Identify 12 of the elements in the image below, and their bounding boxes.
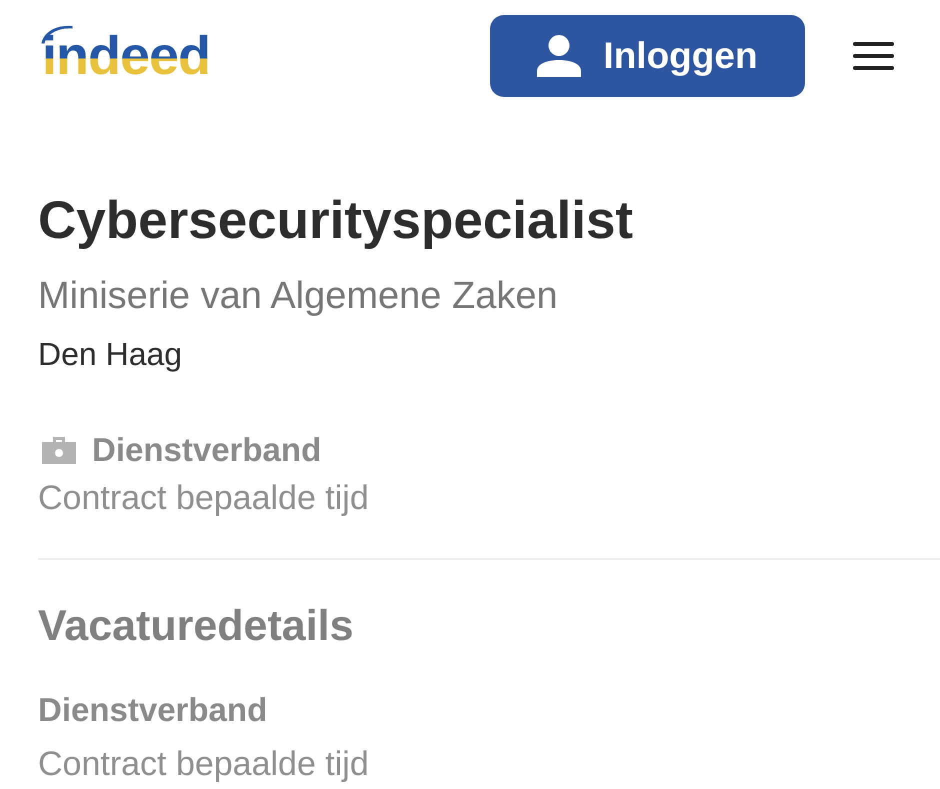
job-title: Cybersecurityspecialist — [38, 190, 634, 252]
person-icon — [537, 35, 582, 77]
job-location: Den Haag — [38, 335, 184, 374]
login-button[interactable]: Inloggen — [490, 15, 805, 97]
job-type-label: Dienstverband — [92, 430, 322, 470]
job-type-value: Contract bepaalde tijd — [38, 478, 370, 518]
section-heading: Vacaturedetails — [38, 601, 355, 652]
company-name: Miniserie van Algemene Zaken — [38, 274, 559, 318]
briefcase-icon — [42, 436, 76, 464]
detail-label: Dienstverband — [38, 690, 268, 730]
detail-value: Contract bepaalde tijd — [38, 744, 370, 784]
menu-button[interactable] — [853, 42, 894, 70]
